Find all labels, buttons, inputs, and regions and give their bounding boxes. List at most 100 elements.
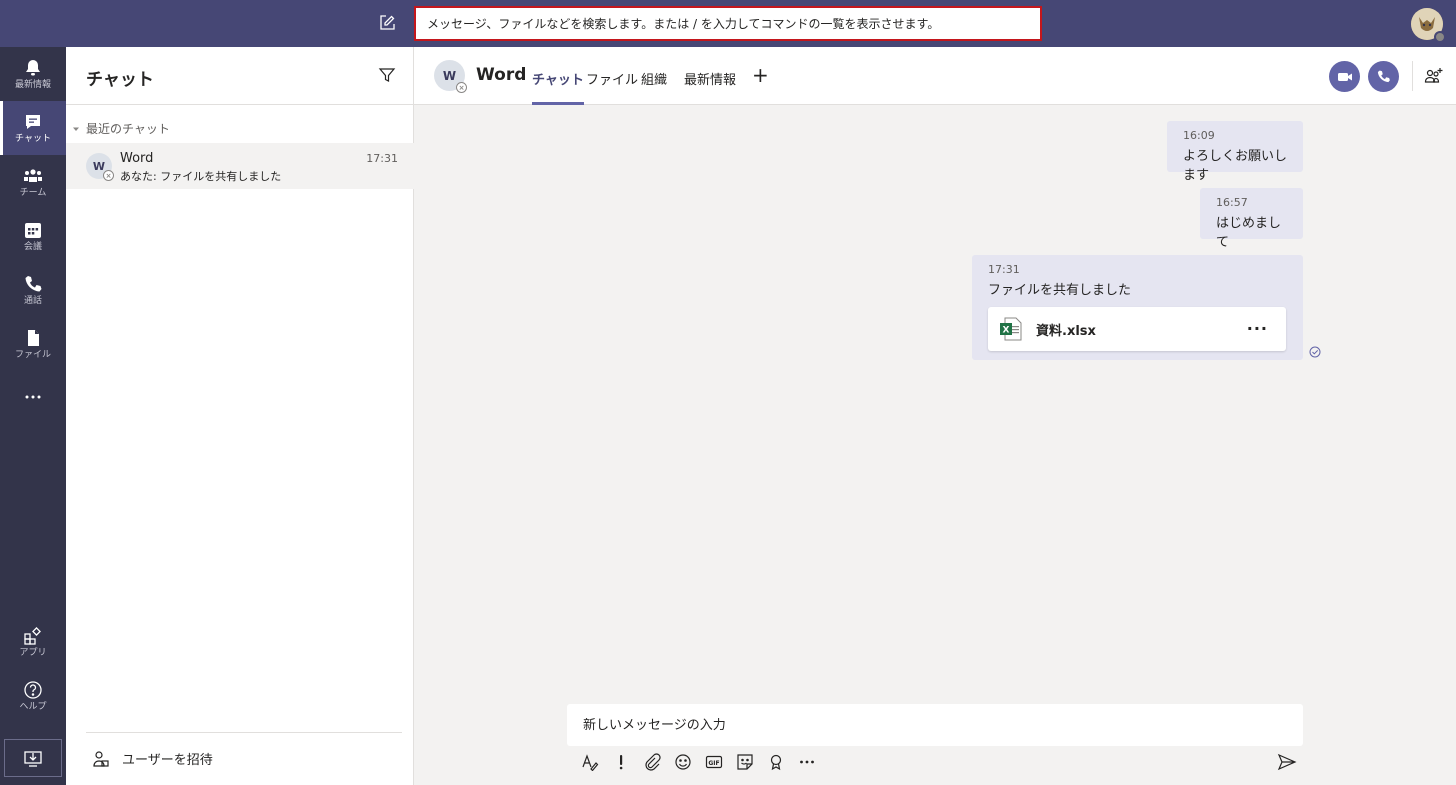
- rail-label: チーム: [19, 188, 47, 198]
- invite-label: ユーザーを招待: [122, 753, 213, 768]
- recent-chats-section[interactable]: 最近のチャット: [72, 120, 170, 137]
- conversation-header: W × Word チャット ファイル 組織 最新情報 +: [414, 47, 1456, 105]
- rail-item-apps[interactable]: アプリ: [0, 615, 66, 669]
- format-icon: [582, 754, 599, 771]
- message-text: ファイルを共有しました: [988, 283, 1132, 298]
- video-call-button[interactable]: [1329, 61, 1360, 92]
- tab-files[interactable]: ファイル: [586, 69, 638, 88]
- svg-text:X: X: [1003, 326, 1010, 336]
- rail-label: 会議: [23, 242, 42, 252]
- sticker-icon: [737, 754, 753, 770]
- rail-item-teams[interactable]: チーム: [0, 155, 66, 209]
- video-camera-icon: [1337, 72, 1352, 81]
- download-icon: [24, 751, 42, 767]
- download-app-button[interactable]: [4, 739, 62, 777]
- rail-label: 最新情報: [14, 80, 51, 90]
- new-chat-button[interactable]: [376, 12, 398, 34]
- emoji-button[interactable]: [673, 752, 693, 772]
- attach-button[interactable]: [642, 752, 662, 772]
- emoji-icon: [675, 754, 691, 770]
- svg-text:GIF: GIF: [708, 760, 719, 767]
- important-button[interactable]: [611, 752, 631, 772]
- chat-icon: [26, 115, 40, 129]
- tab-activity[interactable]: 最新情報: [684, 69, 736, 88]
- send-icon[interactable]: [1277, 752, 1297, 772]
- conversation-title: Word: [476, 65, 527, 85]
- excel-icon: X: [1000, 317, 1022, 341]
- top-bar: [0, 0, 1456, 47]
- divider: [1412, 61, 1413, 91]
- divider: [86, 732, 402, 733]
- add-tab-button[interactable]: +: [752, 65, 769, 85]
- avatar: W ×: [86, 153, 114, 181]
- rail-label: 通話: [23, 296, 42, 306]
- gif-button[interactable]: GIF: [704, 752, 724, 772]
- phone-icon: [25, 276, 42, 292]
- file-icon: [28, 330, 39, 346]
- praise-button[interactable]: [766, 752, 786, 772]
- sticker-button[interactable]: [735, 752, 755, 772]
- rail-item-files[interactable]: ファイル: [0, 317, 66, 371]
- avatar-initial: W: [92, 159, 106, 173]
- search-input[interactable]: [427, 16, 1029, 31]
- rail-label: チャット: [15, 134, 51, 144]
- message-text: よろしくお願いします: [1183, 149, 1288, 183]
- gif-icon: GIF: [705, 755, 723, 769]
- filter-icon[interactable]: [378, 66, 396, 84]
- presence-status-icon: [1434, 31, 1446, 43]
- apps-icon: [24, 627, 41, 645]
- audio-call-button[interactable]: [1368, 61, 1399, 92]
- format-button[interactable]: [580, 752, 600, 772]
- more-icon: [25, 395, 41, 398]
- chevron-down-icon: [73, 127, 79, 131]
- rail-item-chat[interactable]: チャット: [0, 101, 66, 155]
- teams-icon: [24, 169, 42, 182]
- message-bubble[interactable]: 17:31 ファイルを共有しました X 資料.xlsx ···: [972, 255, 1303, 360]
- paperclip-icon: [645, 753, 661, 771]
- file-attachment-card[interactable]: X 資料.xlsx ···: [988, 307, 1286, 351]
- add-people-icon[interactable]: [1424, 66, 1444, 86]
- rail-label: ファイル: [14, 350, 51, 360]
- search-box[interactable]: [414, 6, 1042, 41]
- rail-item-more[interactable]: [0, 371, 66, 425]
- read-receipt-icon: [1309, 346, 1321, 358]
- message-time: 17:31: [988, 263, 1020, 276]
- chat-time: 17:31: [366, 152, 398, 165]
- message-text: はじめまして: [1216, 216, 1282, 250]
- invite-users-button[interactable]: ユーザーを招待: [92, 749, 213, 768]
- message-input[interactable]: [583, 717, 1287, 733]
- phone-icon: [1377, 70, 1390, 83]
- compose-icon: [380, 15, 395, 30]
- tab-org[interactable]: 組織: [641, 69, 667, 88]
- offline-status-icon: ×: [103, 170, 114, 181]
- profile-avatar[interactable]: [1411, 8, 1446, 43]
- file-name: 資料.xlsx: [1036, 323, 1096, 339]
- invite-user-icon: [93, 750, 109, 767]
- rail-item-meetings[interactable]: 会議: [0, 209, 66, 263]
- medal-icon: [770, 754, 782, 771]
- bell-icon: [26, 60, 40, 76]
- conversation-avatar[interactable]: W ×: [434, 60, 467, 93]
- rail-item-calls[interactable]: 通話: [0, 263, 66, 317]
- chat-list-title: チャット: [86, 70, 154, 90]
- message-bubble[interactable]: 16:57 はじめまして: [1200, 188, 1303, 250]
- app-rail: 最新情報 チャット チーム 会議 通話 ファイル アプリ ヘルプ: [0, 47, 66, 785]
- chat-preview: あなた: ファイルを共有しました: [120, 170, 282, 183]
- offline-status-icon: ×: [456, 82, 467, 93]
- rail-item-activity[interactable]: 最新情報: [0, 47, 66, 101]
- chat-list-item[interactable]: W × Word 17:31 あなた: ファイルを共有しました: [66, 143, 414, 189]
- more-options-button[interactable]: [797, 752, 817, 772]
- exclamation-icon: [619, 755, 623, 770]
- chat-name: Word: [120, 151, 154, 166]
- tab-chat[interactable]: チャット: [532, 69, 584, 105]
- rail-label: ヘルプ: [19, 702, 47, 712]
- chat-list-header: チャット: [66, 47, 414, 105]
- rail-item-help[interactable]: ヘルプ: [0, 669, 66, 723]
- help-icon: [24, 681, 42, 699]
- section-label: 最近のチャット: [86, 122, 170, 136]
- chat-list-pane: チャット 最近のチャット W × Word 17:31 あなた: ファイルを共有…: [66, 47, 414, 785]
- avatar-initial: W: [442, 68, 457, 83]
- compose-box[interactable]: [567, 704, 1303, 746]
- message-bubble[interactable]: 16:09 よろしくお願いします: [1167, 121, 1303, 183]
- more-options-button[interactable]: ···: [1247, 319, 1268, 338]
